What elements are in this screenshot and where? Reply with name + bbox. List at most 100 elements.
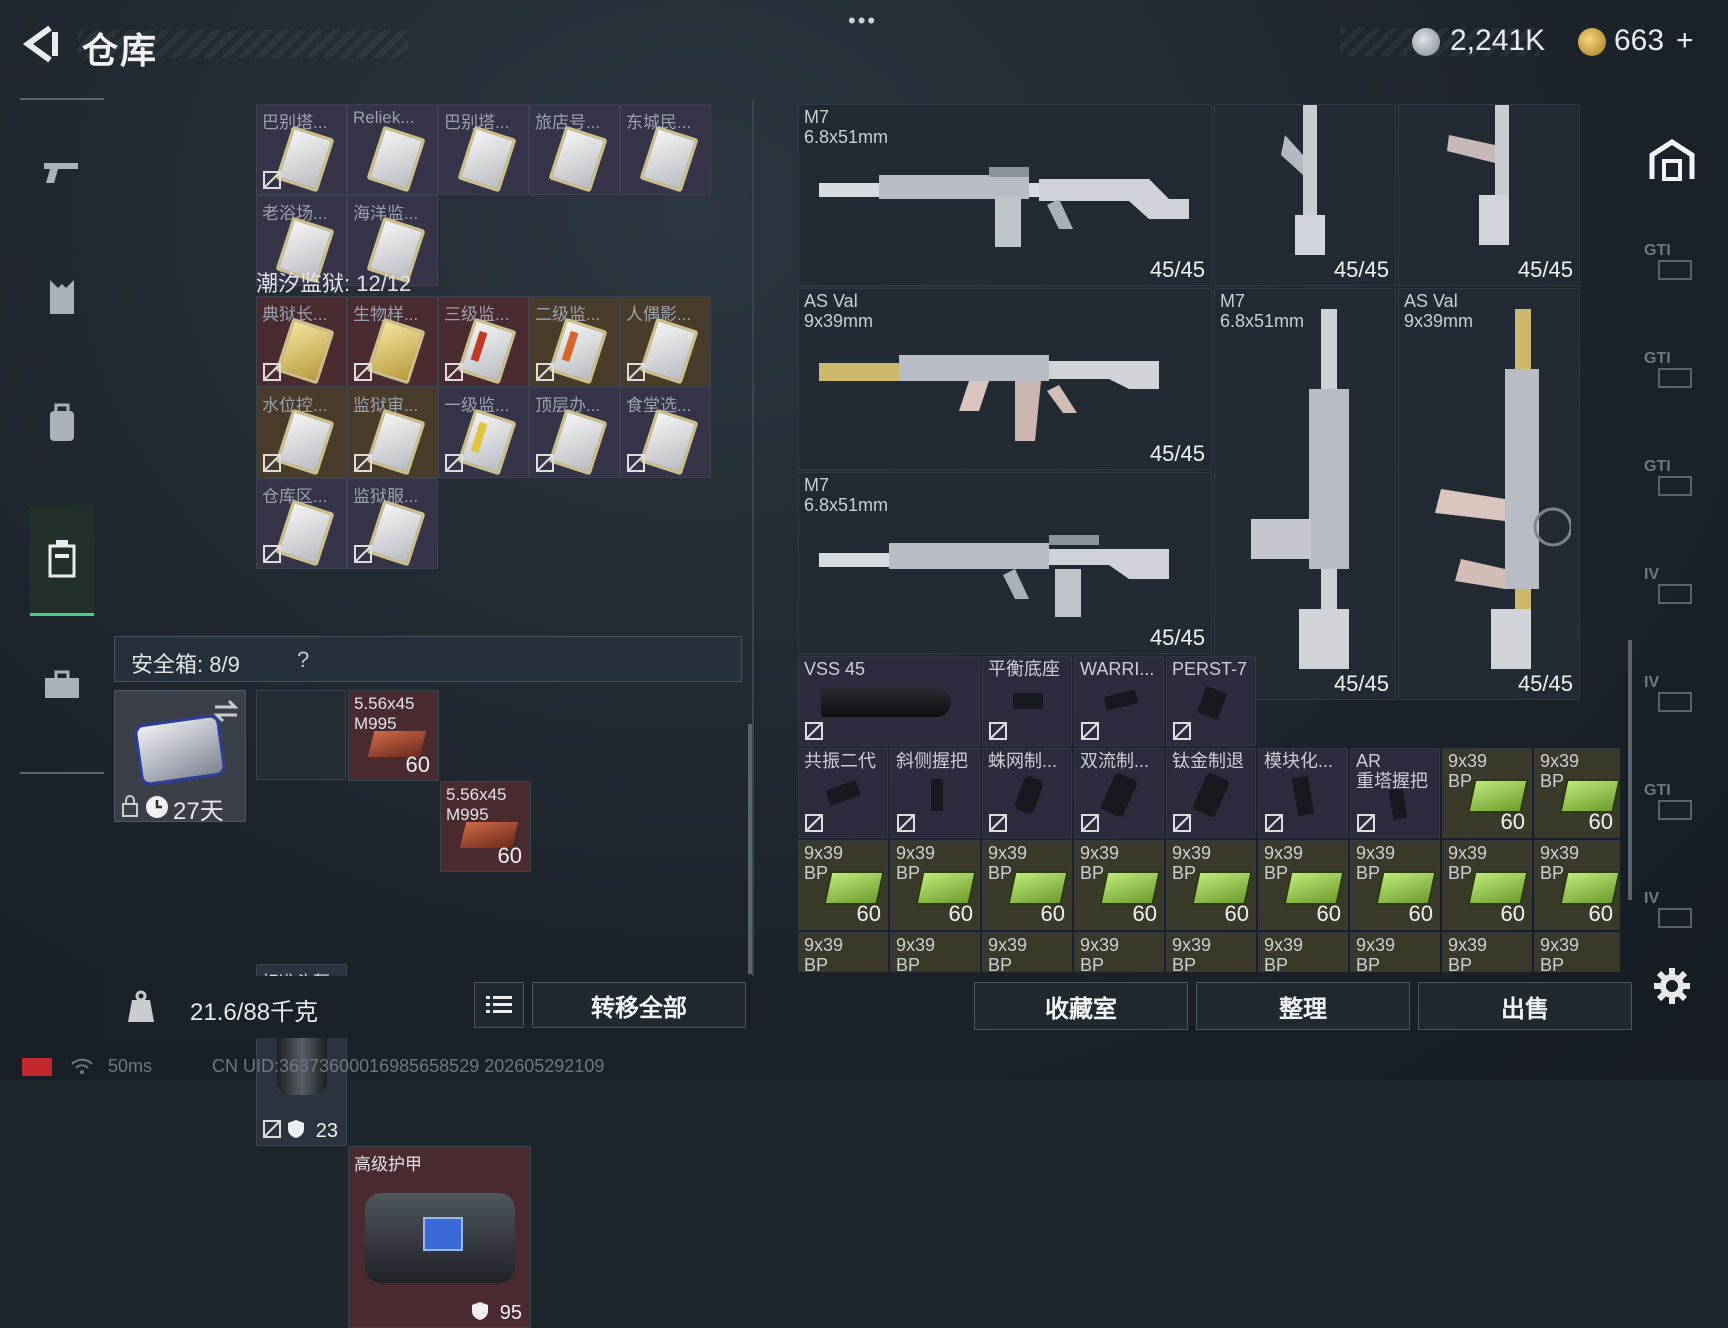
collection-room-button[interactable]: 收藏室 <box>974 982 1188 1030</box>
nav-storage[interactable] <box>30 506 94 616</box>
key-item[interactable]: 典狱长... <box>256 296 347 387</box>
ammo-item[interactable]: 9x39 BP 60 <box>1534 748 1620 838</box>
attachment-item[interactable]: 模块化... <box>1258 748 1348 838</box>
key-item[interactable]: 一级监... <box>438 387 529 478</box>
weapon-item[interactable]: M7 6.8x51mm 45/45 <box>798 472 1212 654</box>
stash-page-tab[interactable]: GTI <box>1644 242 1700 292</box>
attachment-item[interactable]: 平衡底座 <box>982 656 1072 746</box>
swap-icon[interactable] <box>213 699 239 723</box>
ammo-item[interactable]: 9x39 BP 60 <box>890 840 980 930</box>
transfer-all-button[interactable]: 转移全部 <box>532 982 746 1028</box>
ammo-item[interactable]: 9x39 BP <box>1442 932 1532 972</box>
ammo-item[interactable]: 9x39 BP 60 <box>1442 840 1532 930</box>
nav-backpack[interactable] <box>20 368 104 478</box>
key-item[interactable]: 监狱审... <box>347 387 438 478</box>
key-item[interactable]: 顶层办... <box>529 387 620 478</box>
weapon-item[interactable]: AS Val 9x39mm 45/45 <box>1398 288 1580 700</box>
attachment-item[interactable]: WARRI... <box>1074 656 1164 746</box>
nav-case[interactable] <box>20 630 104 740</box>
briefcase-icon <box>45 670 79 698</box>
helmet-durability: 23 <box>315 1120 338 1142</box>
ammo-item[interactable]: 9x39 BP 60 <box>1350 840 1440 930</box>
safebox-empty-slot[interactable] <box>256 690 346 780</box>
key-item[interactable]: 三级监... <box>438 296 529 387</box>
item-label: 9x39 BP <box>1264 935 1304 972</box>
gear-icon[interactable] <box>1652 966 1692 1006</box>
weapon-item[interactable]: M7 6.8x51mm 45/45 <box>1214 288 1396 700</box>
key-item[interactable]: 巴别塔... <box>256 104 347 195</box>
list-view-button[interactable] <box>474 982 524 1028</box>
storage-locker-icon <box>48 539 76 577</box>
key-item[interactable]: 食堂选... <box>620 387 711 478</box>
ammo-item[interactable]: 9x39 BP 60 <box>1258 840 1348 930</box>
ammo-box-icon <box>1283 871 1345 905</box>
tab-label: GTI <box>1644 458 1671 475</box>
ammo-item[interactable]: 9x39 BP <box>1166 932 1256 972</box>
stash-main-tab[interactable] <box>1644 130 1700 190</box>
key-item[interactable]: 二级监... <box>529 296 620 387</box>
attachment-item[interactable]: 钛金制退 <box>1166 748 1256 838</box>
ammo-item[interactable]: 5.56x45 M995 60 <box>348 690 439 781</box>
ammo-item[interactable]: 5.56x45 M995 60 <box>440 781 531 872</box>
armor-item[interactable]: 高级护甲 95 <box>348 1146 531 1328</box>
ammo-item[interactable]: 9x39 BP <box>982 932 1072 972</box>
ammo-item[interactable]: 9x39 BP 60 <box>798 840 888 930</box>
add-currency-button[interactable]: + <box>1676 24 1694 58</box>
item-label: VSS 45 <box>804 659 866 679</box>
stash-scrollbar[interactable] <box>1628 640 1632 900</box>
key-item[interactable]: 仓库区... <box>256 478 347 569</box>
ammo-box-icon <box>1007 871 1069 905</box>
attachment-item[interactable]: 斜侧握把 <box>890 748 980 838</box>
ammo-item[interactable]: 9x39 BP <box>798 932 888 972</box>
ammo-item[interactable]: 9x39 BP <box>1534 932 1620 972</box>
key-item[interactable]: 水位控... <box>256 387 347 478</box>
key-item[interactable]: 东城民... <box>620 104 711 195</box>
attachment-item[interactable]: PERST-7 <box>1166 656 1256 746</box>
ammo-count: 60 <box>1500 809 1525 834</box>
back-arrow-icon[interactable] <box>18 22 62 66</box>
stash-page-tab[interactable]: IV <box>1644 890 1700 940</box>
stash-page-tab[interactable]: GTI <box>1644 350 1700 400</box>
stash-page-tab[interactable]: GTI <box>1644 458 1700 508</box>
weapon-item[interactable]: 45/45 <box>1214 104 1396 286</box>
menu-dots-icon[interactable]: ••• <box>848 8 877 34</box>
weapon-item[interactable]: AS Val 9x39mm 45/45 <box>798 288 1212 470</box>
muzzle-brake-icon <box>1099 771 1139 819</box>
key-item[interactable]: 旅店号... <box>529 104 620 195</box>
ammo-item[interactable]: 9x39 BP <box>890 932 980 972</box>
key-item[interactable]: 生物样... <box>347 296 438 387</box>
weapon-item[interactable]: M7 6.8x51mm 45/45 <box>798 104 1212 286</box>
attachment-item[interactable]: 双流制... <box>1074 748 1164 838</box>
attachment-item[interactable]: 共振二代 <box>798 748 888 838</box>
safebox-help-icon[interactable]: ? <box>297 647 309 673</box>
stash-page-tab[interactable]: IV <box>1644 674 1700 724</box>
attachment-item[interactable]: 蛛网制... <box>982 748 1072 838</box>
ammo-item[interactable]: 9x39 BP <box>1258 932 1348 972</box>
item-label: 9x39 BP <box>1080 935 1120 972</box>
key-item[interactable]: 人偶影... <box>620 296 711 387</box>
sell-button[interactable]: 出售 <box>1418 982 1632 1030</box>
nav-weapons[interactable] <box>20 116 104 226</box>
armor-bag-icon <box>365 1193 515 1283</box>
safebox-container[interactable]: 27天 <box>114 690 246 825</box>
stash-page-tab[interactable]: IV <box>1644 566 1700 616</box>
key-item[interactable]: 监狱服... <box>347 478 438 569</box>
ammo-item[interactable]: 9x39 BP <box>1074 932 1164 972</box>
ammo-item[interactable]: 9x39 BP <box>1350 932 1440 972</box>
stash-page-tab[interactable]: GTI <box>1644 782 1700 832</box>
nav-armor[interactable] <box>20 242 104 352</box>
attachment-item[interactable]: VSS 45 <box>798 656 980 746</box>
key-item[interactable]: Reliek... <box>347 104 438 195</box>
ammo-item[interactable]: 9x39 BP 60 <box>1442 748 1532 838</box>
attachment-item[interactable]: AR 重塔握把 <box>1350 748 1440 838</box>
key-item[interactable]: 巴别塔... <box>438 104 529 195</box>
ammo-item[interactable]: 9x39 BP 60 <box>1166 840 1256 930</box>
no-sell-icon <box>263 171 281 189</box>
item-label: 模块化... <box>1264 751 1334 771</box>
sort-button[interactable]: 整理 <box>1196 982 1410 1030</box>
keycard-icon <box>366 125 426 193</box>
ammo-item[interactable]: 9x39 BP 60 <box>982 840 1072 930</box>
ammo-item[interactable]: 9x39 BP 60 <box>1074 840 1164 930</box>
ammo-item[interactable]: 9x39 BP 60 <box>1534 840 1620 930</box>
weapon-item[interactable]: 45/45 <box>1398 104 1580 286</box>
